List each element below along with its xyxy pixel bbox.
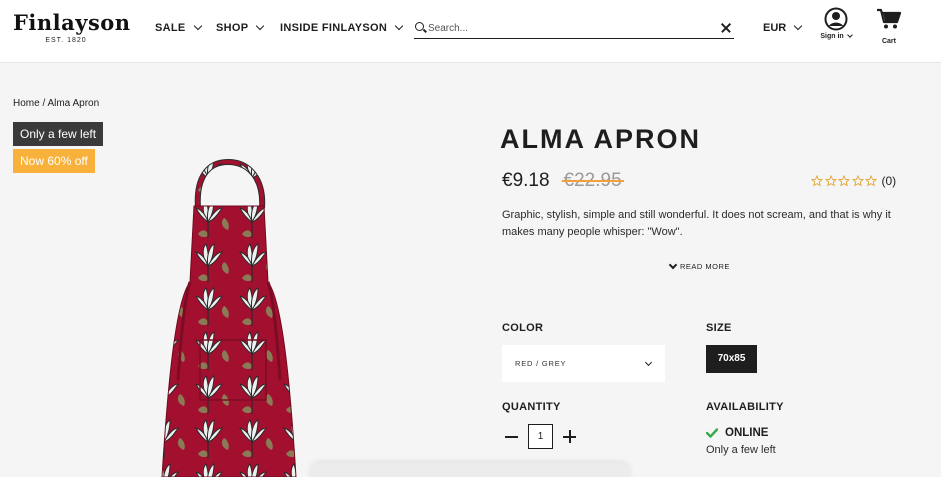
color-label: COLOR (502, 322, 544, 334)
availability-note: Only a few left (706, 444, 776, 456)
availability-label: AVAILABILITY (706, 401, 784, 413)
logo-established: EST. 1820 (45, 37, 87, 44)
finlayson-logo[interactable]: Finlayson EST. 1820 (13, 10, 131, 45)
read-more-label: READ MORE (680, 262, 730, 271)
cart-icon (877, 8, 902, 29)
read-more-link[interactable]: READ MORE (668, 260, 730, 271)
user-icon (824, 7, 848, 31)
product-rating[interactable]: (0) (811, 174, 896, 188)
currency-label: EUR (763, 22, 787, 34)
current-price: €9.18 (502, 170, 550, 191)
chevron-down-icon (193, 21, 202, 31)
star-icon (811, 175, 823, 187)
chevron-down-icon (846, 32, 853, 38)
nav-sale-label: SALE (155, 22, 186, 34)
sign-in-label: Sign in (820, 33, 844, 40)
availability-online: ONLINE (725, 427, 769, 439)
product-description: Graphic, stylish, simple and still wonde… (502, 209, 891, 238)
price-row: €9.18 €22.95 (502, 170, 624, 192)
cart-button[interactable]: Cart (874, 8, 904, 45)
chevron-down-icon (644, 358, 653, 367)
search-bar (414, 17, 734, 39)
availability-status: ONLINE (706, 427, 768, 439)
cart-label: Cart (881, 38, 896, 45)
nav-inside-finlayson[interactable]: INSIDE FINLAYSON (280, 21, 404, 34)
breadcrumb[interactable]: Home / Alma Apron (13, 98, 99, 109)
size-option-selected[interactable]: 70x85 (706, 345, 757, 373)
star-icon (851, 175, 864, 187)
quantity-decrease-button[interactable] (505, 430, 518, 443)
size-label: SIZE (706, 322, 732, 334)
currency-selector[interactable]: EUR (763, 21, 803, 34)
quantity-increase-button[interactable] (563, 430, 576, 443)
account-button[interactable]: Sign in (815, 7, 857, 40)
chevron-down-icon (394, 21, 404, 31)
nav-sale[interactable]: SALE (155, 21, 202, 34)
nav-shop[interactable]: SHOP (216, 21, 265, 34)
rating-stars (811, 175, 879, 187)
chevron-down-icon (256, 21, 265, 31)
stock-badge: Only a few left (13, 122, 104, 146)
original-price: €22.95 (561, 170, 624, 191)
close-icon[interactable] (720, 22, 731, 33)
quantity-label: QUANTITY (502, 401, 561, 413)
star-icon (838, 175, 850, 187)
star-icon (824, 175, 837, 187)
chevron-down-icon (668, 260, 678, 269)
product-title: ALMA APRON (500, 124, 701, 154)
check-icon (706, 428, 718, 438)
review-count: (0) (881, 174, 897, 188)
quantity-input[interactable]: 1 (528, 424, 553, 449)
nav-shop-label: SHOP (216, 22, 249, 34)
bottom-popup-edge (310, 463, 630, 477)
color-select-value: RED / GREY (515, 359, 567, 368)
nav-inside-label: INSIDE FINLAYSON (280, 22, 388, 34)
search-icon[interactable] (415, 22, 424, 31)
color-select[interactable]: RED / GREY (502, 345, 665, 382)
discount-badge: Now 60% off (13, 149, 95, 173)
chevron-down-icon (793, 21, 803, 31)
product-image[interactable] (150, 150, 310, 477)
logo-wordmark: Finlayson (13, 10, 131, 35)
site-header: Finlayson EST. 1820 SALE SHOP INSIDE FIN… (0, 0, 941, 63)
star-icon (865, 175, 877, 187)
search-input[interactable] (428, 20, 708, 36)
